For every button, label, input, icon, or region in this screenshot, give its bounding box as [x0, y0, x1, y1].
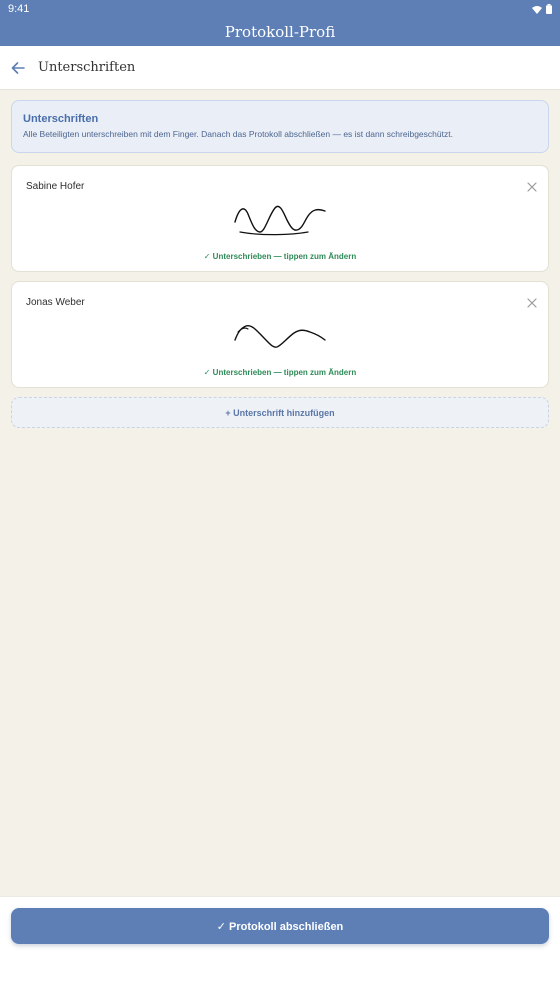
add-signature-button[interactable]: + Unterschrift hinzufügen [11, 397, 549, 428]
back-button[interactable] [1, 46, 35, 90]
status-bar: 9:41 [0, 0, 560, 18]
remove-signature-button[interactable] [525, 296, 539, 310]
signature-card[interactable]: Sabine Hofer ✓ Unterschrieben — tippen z… [11, 165, 549, 272]
signature-card[interactable]: Jonas Weber ✓ Unterschrieben — tippen zu… [11, 281, 549, 388]
remove-signature-button[interactable] [525, 180, 539, 194]
battery-icon [546, 4, 552, 14]
info-title: Unterschriften [23, 113, 99, 125]
toolbar: Unterschriften [0, 46, 560, 90]
signature-drawing[interactable] [232, 202, 328, 242]
info-text: Alle Beteiligten unterschreiben mit dem … [23, 129, 453, 139]
finish-protocol-button[interactable]: ✓ Protokoll abschließen [11, 908, 549, 944]
signature-status[interactable]: ✓ Unterschrieben — tippen zum Ändern [12, 368, 548, 377]
close-icon [527, 182, 537, 192]
signer-name: Sabine Hofer [26, 181, 85, 192]
signer-name: Jonas Weber [26, 297, 85, 308]
status-time: 9:41 [8, 3, 30, 15]
signature-status[interactable]: ✓ Unterschrieben — tippen zum Ändern [12, 252, 548, 261]
close-icon [527, 298, 537, 308]
signature-drawing[interactable] [232, 318, 328, 358]
page-title: Unterschriften [38, 60, 136, 75]
info-box: Unterschriften Alle Beteiligten untersch… [11, 100, 549, 153]
status-icons [532, 4, 552, 14]
app-title: Protokoll-Profi [224, 23, 336, 41]
arrow-left-icon [11, 61, 25, 74]
wifi-icon [532, 5, 542, 14]
app-bar: Protokoll-Profi [0, 18, 560, 46]
